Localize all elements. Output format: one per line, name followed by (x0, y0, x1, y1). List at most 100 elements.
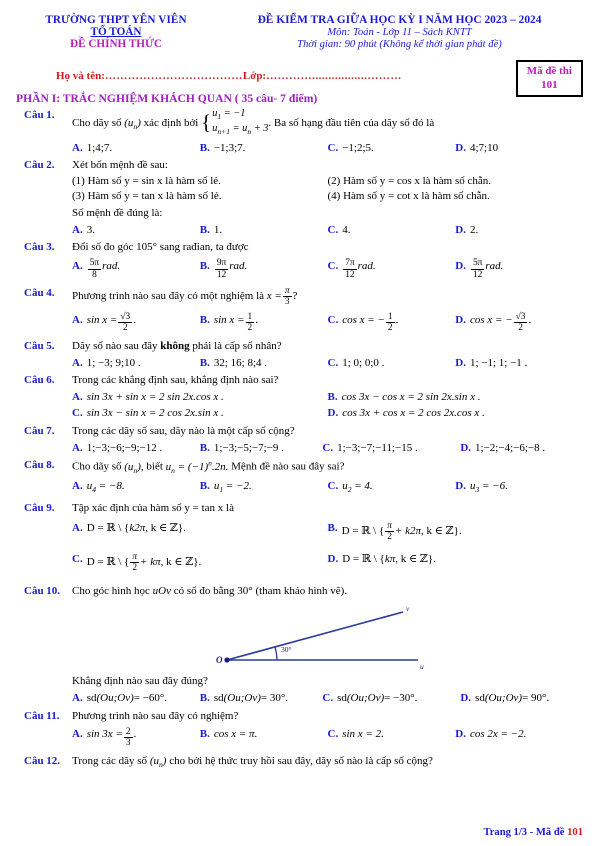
page-footer: Trang 1/3 - Mã đề 101 (483, 827, 583, 838)
q2-statement-2: (2) Hàm số y = cos x là hàm số chẵn. (327, 174, 492, 187)
question-3: Câu 3. Đổi số đo góc 105° sang rađian, t… (16, 240, 583, 280)
q1-equation-1: u1 = −1 (212, 108, 246, 122)
question-6-label: Câu 6. (24, 374, 55, 387)
q1-answer-d[interactable]: D. 4;7;10 (455, 141, 583, 156)
q5-answer-d[interactable]: D. 1; −1; 1; −1 . (455, 356, 583, 371)
question-11-label: Câu 11. (24, 709, 60, 722)
document-header: TRƯỜNG THPT YÊN VIÊN TỔ TOÁN ĐỀ CHÍNH TH… (16, 12, 583, 50)
q4-question-mark: ? (292, 290, 298, 303)
official-exam-label: ĐỀ CHÍNH THỨC (70, 38, 162, 50)
question-11-body: Phương trình nào sau đây có nghiệm? A. si… (72, 709, 583, 749)
question-9-answers-row-2: C. D = ℝ \ {π 2 + kπ, k ∈ ℤ}. D. D = ℝ \ {… (72, 552, 583, 573)
q1-sequence-symbol: (un) (124, 116, 141, 132)
question-2-answers: A. 3. B. 1. C. 4. D. 2. (72, 223, 583, 238)
q2-answer-d[interactable]: D. 2. (455, 223, 583, 238)
q9-b-fraction: π2 (385, 520, 394, 542)
q4-answer-a[interactable]: A. sin x = √3 2. (72, 312, 200, 334)
class-label: Lớp: (242, 70, 267, 82)
q10-answer-a[interactable]: A. sd(Ou;Ov)= −60°. (72, 691, 200, 706)
q7-answer-d[interactable]: D. 1;−2;−4;−6;−8 . (460, 441, 583, 456)
q4-answer-b[interactable]: B. sin x = 1 2. (200, 312, 328, 334)
exam-title: ĐỀ KIỂM TRA GIỮA HỌC KỲ I NĂM HỌC 2023 –… (257, 14, 542, 26)
q9-answer-d[interactable]: D. D = ℝ \ {kπ, k ∈ ℤ}. (328, 552, 584, 573)
q4-d-fraction: √3 2 (513, 312, 528, 334)
q6-answer-b[interactable]: B. cos 3x − cos x = 2 sin 2x.sin x . (328, 390, 584, 405)
label-u: u (420, 662, 424, 671)
q5-answer-c[interactable]: C. 1; 0; 0;0 . (328, 356, 456, 371)
question-10-label: Câu 10. (24, 584, 61, 597)
q6-answer-c[interactable]: C. sin 3x − sin x = 2 cos 2x.sin x . (72, 406, 328, 421)
q3-answer-a[interactable]: A. 5π 8 rad. (72, 258, 200, 280)
q10-answer-b[interactable]: B. sd(Ou;Ov)= 30°. (200, 691, 323, 706)
label-angle-30: 30° (281, 645, 292, 654)
name-dots[interactable]: ……………………………… (105, 70, 243, 82)
q3-b-fraction: 9π 12 (214, 258, 229, 280)
question-5-body: Dãy số nào sau đây không phải là cấp số … (72, 339, 583, 370)
q8-answer-a[interactable]: A. u4 = −8. (72, 479, 200, 495)
question-3-label: Câu 3. (24, 241, 55, 254)
q10-answer-d[interactable]: D. sd(Ou;Ov)= 90°. (460, 691, 583, 706)
q2-answer-b[interactable]: B. 1. (200, 223, 328, 238)
q1-answer-a[interactable]: A. 1;4;7. (72, 141, 200, 156)
header-left-block: TRƯỜNG THPT YÊN VIÊN TỔ TOÁN ĐỀ CHÍNH TH… (16, 12, 216, 50)
q1-answer-b[interactable]: B. −1;3;7. (200, 141, 328, 156)
question-5-answers: A. 1; −3; 9;10 . B. 32; 16; 8;4 . C. 1; 0; … (72, 356, 583, 371)
angle-diagram-svg: O u v 30° (216, 604, 424, 671)
q11-answer-b[interactable]: B. cos x = π. (200, 727, 328, 748)
q4-stem-text: Phương trình nào sau đây có một nghiệm l… (72, 290, 265, 303)
q9-answer-a[interactable]: A. D = ℝ \ {k2π, k ∈ ℤ}. (72, 521, 328, 542)
q11-answer-a[interactable]: A. sin 3x = 2 3. (72, 727, 200, 748)
q8-answer-b[interactable]: B. u1 = −2. (200, 479, 328, 495)
question-9-body: Tập xác định của hàm số y = tan x là A. … (72, 501, 583, 574)
ray-ov (226, 611, 403, 662)
q4-a-fraction: √3 2 (118, 312, 133, 334)
q6-answer-d[interactable]: D. cos 3x + cos x = 2 cos 2x.cos x . (328, 406, 584, 421)
question-8-body: Cho dãy số (un), biết un = (−1)n.2n. Mện… (72, 458, 583, 495)
q4-answer-d[interactable]: D. cos x = − √3 2. (455, 312, 583, 334)
question-4-answers: A. sin x = √3 2. B. sin x = 1 2. C. cos x = −1 2… (72, 312, 583, 334)
q8-answer-c[interactable]: C. u2 = 4. (328, 479, 456, 495)
angle-arc (273, 647, 278, 661)
question-6-stem: Trong các khẳng định sau, khẳng định nào… (72, 374, 279, 387)
q9-answer-c[interactable]: C. D = ℝ \ {π 2 + kπ, k ∈ ℤ}. (72, 552, 328, 573)
question-8-answers: A. u4 = −8. B. u1 = −2. C. u2 = 4. D. u3 = −… (72, 479, 583, 495)
exam-duration: Thời gian: 90 phút (Không kể thời gian p… (297, 39, 502, 50)
q8-answer-d[interactable]: D. u3 = −6. (455, 479, 583, 495)
q5-answer-a[interactable]: A. 1; −3; 9;10 . (72, 356, 200, 371)
question-7-body: Trong các dãy số sau, dãy nào là một cấp… (72, 424, 583, 455)
q9-answer-b[interactable]: B. D = ℝ \ {π 2 + k2π, k ∈ ℤ}. (328, 521, 584, 542)
question-11-answers: A. sin 3x = 2 3. B. cos x = π. C. sin x = 2. … (72, 727, 583, 748)
q11-answer-d[interactable]: D. cos 2x = −2. (455, 727, 583, 748)
question-1-body: Cho dãy số (un) xác định bởi { u1 = −1 u… (72, 108, 583, 155)
q5-answer-b[interactable]: B. 32; 16; 8;4 . (200, 356, 328, 371)
q2-statements-row-2: (3) Hàm số y = tan x là hàm số lẻ. (4) H… (72, 189, 583, 204)
question-6-answers-row-1: A. sin 3x + sin x = 2 sin 2x.cos x . B. co… (72, 390, 583, 405)
q3-answer-b[interactable]: B. 9π 12 rad. (200, 258, 328, 280)
q11-answer-c[interactable]: C. sin x = 2. (328, 727, 456, 748)
class-dots[interactable]: ………….................……… (266, 70, 402, 82)
question-2-body: Xét bốn mệnh đề sau: (1) Hàm số y = sin … (72, 158, 583, 237)
question-6-body: Trong các khẳng định sau, khẳng định nào… (72, 373, 583, 421)
q2-answer-c[interactable]: C. 4. (328, 223, 456, 238)
q2-answer-a[interactable]: A. 3. (72, 223, 200, 238)
question-1-stem: Cho dãy số (un) xác định bởi { u1 = −1 u… (72, 108, 583, 139)
question-5-label: Câu 5. (24, 339, 55, 352)
q4-answer-c[interactable]: C. cos x = −1 2. (328, 312, 456, 334)
q3-answer-d[interactable]: D. 5π 12 rad. (455, 258, 583, 280)
q1-answer-c[interactable]: C. −1;2;5. (328, 141, 456, 156)
question-12-label: Câu 12. (24, 754, 61, 767)
q5-emphasis: không (160, 339, 190, 352)
question-6-answers-row-2: C. sin 3x − sin x = 2 cos 2x.sin x . D. co… (72, 406, 583, 421)
question-3-answers: A. 5π 8 rad. B. 9π 12 rad. C. 7π 12 rad. D. 5π 12 ra… (72, 258, 583, 280)
q2-prompt: Số mệnh đề đúng là: (72, 207, 163, 220)
q3-answer-c[interactable]: C. 7π 12 rad. (328, 258, 456, 280)
q4-x-equals: x = (266, 290, 282, 303)
q10-answer-c[interactable]: C. sd(Ou;Ov)= −30°. (322, 691, 460, 706)
exam-code-box: Mã đề thi 101 (515, 60, 583, 98)
q7-answer-a[interactable]: A. 1;−3;−6;−9;−12 . (72, 441, 200, 456)
question-10-body: Cho góc hình học uOv có số đo bằng 30° (… (72, 584, 583, 706)
q6-answer-a[interactable]: A. sin 3x + sin x = 2 sin 2x.cos x . (72, 390, 328, 405)
q7-answer-b[interactable]: B. 1;−3;−5;−7;−9 . (200, 441, 323, 456)
q7-answer-c[interactable]: C. 1;−3;−7;−11;−15 . (322, 441, 460, 456)
question-8-stem: Cho dãy số (un), biết un = (−1)n.2n. Mện… (72, 458, 345, 476)
